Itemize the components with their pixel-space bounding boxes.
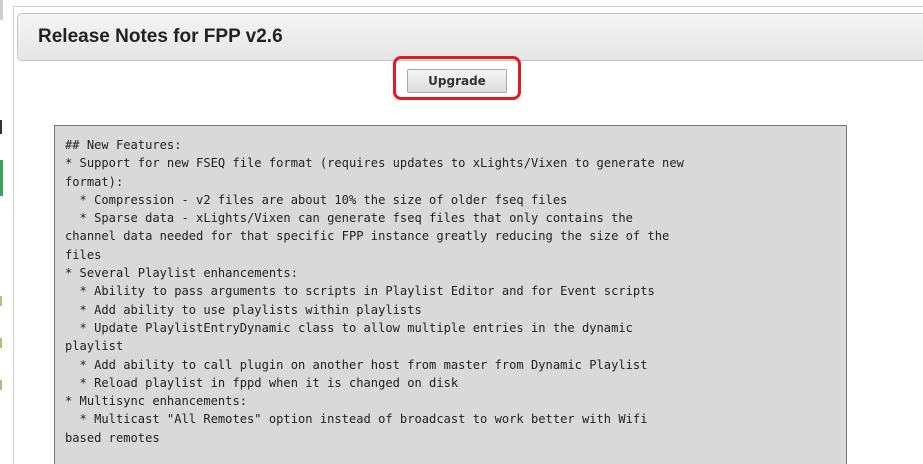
release-note-line: * Support for new FSEQ file format (requ… <box>65 156 684 171</box>
release-note-line: * Several Playlist enhancements: <box>65 266 298 281</box>
background-fragment <box>0 296 2 306</box>
release-note-line: ## New Features: <box>65 138 182 152</box>
release-note-line: based remotes <box>65 430 160 445</box>
release-note-line: * Sparse data - xLights/Vixen can genera… <box>65 211 633 226</box>
release-note-line: * Compression - v2 files are about 10% t… <box>65 192 568 207</box>
release-note-line: files <box>65 247 102 262</box>
upgrade-button[interactable]: Upgrade <box>407 69 507 93</box>
background-fragment <box>0 380 2 390</box>
dialog-title: Release Notes for FPP v2.6 <box>38 26 283 47</box>
release-note-line: * Multisync enhancements: <box>65 394 248 409</box>
release-note-line: * Add ability to use playlists within pl… <box>65 302 422 317</box>
release-note-line: * Update PlaylistEntryDynamic class to a… <box>65 320 633 335</box>
dialog-titlebar: Release Notes for FPP v2.6 <box>17 13 923 61</box>
release-note-line: * Ability to pass arguments to scripts i… <box>65 284 655 299</box>
release-notes-textbox[interactable]: ## New Features: * Support for new FSEQ … <box>54 125 847 464</box>
background-fragment <box>0 120 2 134</box>
background-fragment <box>0 160 3 196</box>
background-fragment <box>0 338 2 348</box>
release-note-line: channel data needed for that specific FP… <box>65 229 670 244</box>
page: Release Notes for FPP v2.6 Upgrade ## Ne… <box>0 0 923 464</box>
release-note-line: format): <box>65 174 124 189</box>
release-note-line: playlist <box>65 339 124 354</box>
release-note-line: * Add ability to call plugin on another … <box>65 357 648 372</box>
background-fragment <box>0 0 3 20</box>
release-note-line: * Multicast "All Remotes" option instead… <box>65 412 648 427</box>
release-notes-text: ## New Features: * Support for new FSEQ … <box>55 126 846 447</box>
release-note-line: * Reload playlist in fppd when it is cha… <box>65 375 459 390</box>
